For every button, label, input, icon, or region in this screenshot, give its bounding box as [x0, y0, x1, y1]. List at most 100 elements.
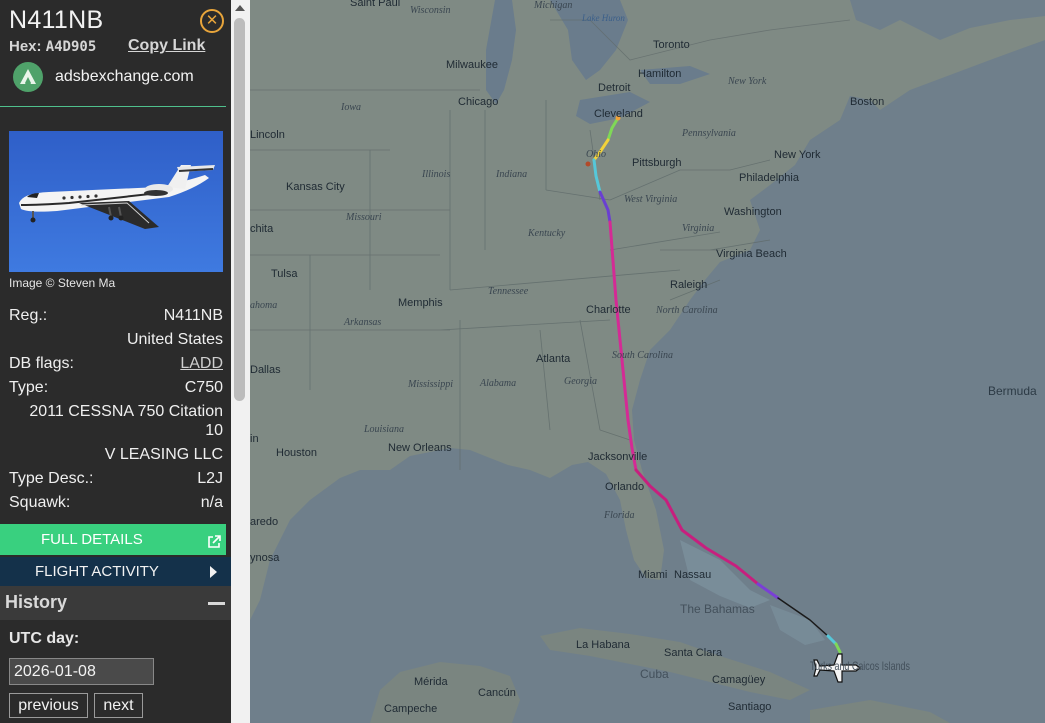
sidebar-scrollbar[interactable]: [231, 0, 250, 723]
city-label: Charlotte: [586, 304, 631, 316]
type-row: Type: C750: [9, 379, 223, 399]
squawk-value: n/a: [200, 494, 223, 511]
city-label: Cancún: [478, 687, 516, 699]
adsbexchange-logo-icon: [13, 62, 43, 92]
city-label: Detroit: [598, 82, 630, 94]
aircraft-info-panel: N411NB ✕ Hex: A4D905 Copy Link adsbexcha…: [0, 0, 231, 723]
city-label: Virginia Beach: [716, 248, 787, 260]
scroll-up-arrow-icon[interactable]: [235, 5, 245, 11]
city-label: Nassau: [674, 569, 711, 581]
state-label: West Virginia: [624, 194, 677, 205]
city-label: Lincoln: [250, 129, 285, 141]
squawk-row: Squawk: n/a: [9, 494, 223, 514]
copy-link-button[interactable]: Copy Link: [128, 37, 205, 55]
state-label: Florida: [603, 510, 635, 521]
utc-day-label: UTC day:: [9, 630, 80, 647]
state-label: South Carolina: [612, 350, 673, 361]
type-desc-value: L2J: [197, 470, 223, 487]
city-label: Raleigh: [670, 279, 707, 291]
state-label: Illinois: [421, 169, 450, 180]
city-label: Santa Clara: [664, 647, 723, 659]
country-label: The Bahamas: [680, 602, 755, 616]
city-label: Kansas City: [286, 181, 345, 193]
city-label: New York: [774, 149, 821, 161]
map-view[interactable]: Wisconsin Michigan Lake Huron Saint Paul…: [250, 0, 1045, 723]
island-label: Turks and Caicos Islands: [810, 659, 910, 673]
state-label: Missouri: [345, 212, 382, 223]
history-section-header[interactable]: History: [0, 586, 231, 620]
state-label: Ohio: [586, 149, 606, 160]
city-label: Washington: [724, 206, 782, 218]
city-label: Dallas: [250, 364, 281, 376]
full-details-label: FULL DETAILS: [41, 531, 143, 548]
city-label: La Habana: [576, 639, 631, 651]
city-label: Mérida: [414, 676, 449, 688]
aircraft-registration-title: N411NB: [9, 6, 104, 34]
state-label: Mississippi: [407, 379, 453, 390]
city-label: Campeche: [384, 703, 437, 715]
city-label: Philadelphia: [739, 172, 800, 184]
city-label: Cleveland: [594, 108, 643, 120]
city-label: Camagüey: [712, 674, 766, 686]
data-source-name: adsbexchange.com: [55, 68, 194, 85]
type-value: C750: [184, 379, 223, 396]
city-label: ynosa: [250, 552, 280, 564]
city-label: Tulsa: [271, 268, 298, 280]
state-label: Kentucky: [527, 228, 566, 239]
city-label: Toronto: [653, 39, 690, 51]
owner-value: V LEASING LLC: [104, 446, 223, 463]
collapse-minus-icon[interactable]: [208, 602, 225, 605]
state-label: New York: [727, 76, 767, 87]
state-label: Indiana: [495, 169, 527, 180]
model-line-1: 2011 CESSNA 750 Citation: [29, 403, 223, 420]
scrollbar-thumb[interactable]: [234, 18, 245, 401]
city-label: Miami: [638, 569, 667, 581]
state-label: Tennessee: [488, 286, 529, 297]
next-day-button[interactable]: next: [94, 693, 143, 718]
city-label: Pittsburgh: [632, 157, 682, 169]
city-label: Houston: [276, 447, 317, 459]
model-line-2: 10: [205, 422, 223, 439]
state-label: Georgia: [564, 376, 597, 387]
type-label: Type:: [9, 379, 49, 396]
city-label: Santiago: [728, 701, 771, 713]
state-label: Virginia: [682, 223, 714, 234]
full-details-button[interactable]: FULL DETAILS: [0, 524, 226, 555]
history-title: History: [5, 592, 68, 612]
flight-activity-button[interactable]: FLIGHT ACTIVITY: [0, 557, 231, 586]
db-flags-label: DB flags:: [9, 355, 74, 372]
squawk-label: Squawk:: [9, 494, 71, 511]
state-label: ahoma: [250, 300, 277, 311]
state-label: Arkansas: [343, 317, 381, 328]
city-label: Atlanta: [536, 353, 571, 365]
hex-value: A4D905: [45, 39, 97, 55]
previous-day-button[interactable]: previous: [9, 693, 88, 718]
island-label: Bermuda: [988, 384, 1037, 398]
hex-label: Hex:: [9, 38, 42, 55]
db-flags-row: DB flags: LADD: [9, 355, 223, 375]
aircraft-photo[interactable]: [9, 131, 223, 272]
utc-date-input[interactable]: 2026-01-08: [9, 658, 154, 685]
state-label: Wisconsin: [410, 5, 451, 16]
state-label: Iowa: [340, 102, 361, 113]
city-label: Orlando: [605, 481, 644, 493]
city-label: Milwaukee: [446, 59, 498, 71]
map-canvas[interactable]: Wisconsin Michigan Lake Huron Saint Paul…: [250, 0, 1045, 723]
chevron-right-icon: [210, 566, 217, 578]
country-value: United States: [126, 331, 223, 348]
close-icon[interactable]: ✕: [200, 9, 224, 33]
section-divider: [0, 106, 226, 107]
state-label: Pennsylvania: [681, 128, 736, 139]
hex-row: Hex: A4D905: [9, 38, 96, 55]
reg-row: Reg.: N411NB: [9, 307, 223, 327]
city-label: Memphis: [398, 297, 443, 309]
city-label: Boston: [850, 96, 884, 108]
state-label: Alabama: [479, 378, 516, 389]
reg-label: Reg.:: [9, 307, 48, 324]
city-label: Saint Paul: [350, 0, 400, 9]
city-label: Chicago: [458, 96, 498, 108]
db-flags-link[interactable]: LADD: [180, 355, 223, 373]
state-label: North Carolina: [655, 305, 718, 316]
state-label: Louisiana: [363, 424, 404, 435]
country-label: Cuba: [640, 667, 669, 681]
